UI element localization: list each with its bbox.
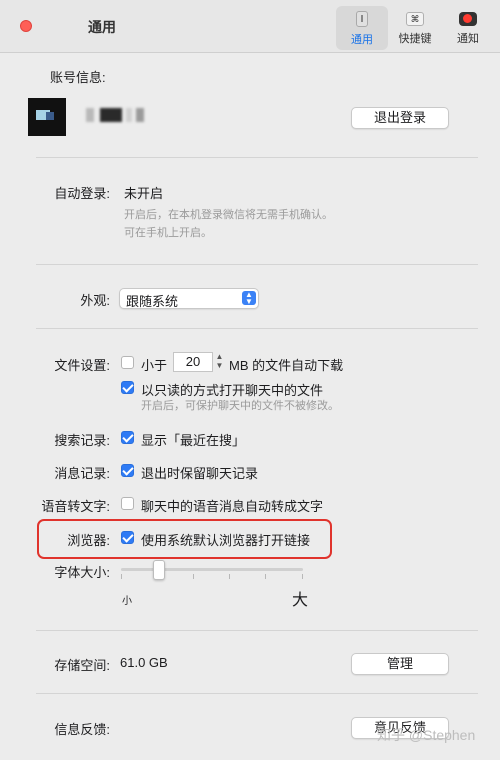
auto-download-size-input[interactable]: 20 xyxy=(173,352,213,372)
appearance-select[interactable]: 跟随系统 ▲ ▼ xyxy=(119,288,259,309)
tab-notifications[interactable]: 通知 xyxy=(442,6,494,50)
appearance-label: 外观: xyxy=(80,293,110,308)
readonly-hint: 开启后，可保护聊天中的文件不被修改。 xyxy=(141,400,339,412)
avatar xyxy=(28,98,66,136)
browser-checkbox[interactable] xyxy=(121,531,134,544)
auto-download-checkbox[interactable] xyxy=(121,356,134,369)
storage-value: 61.0 GB xyxy=(120,655,168,670)
storage-label: 存储空间: xyxy=(54,658,110,673)
tab-general[interactable]: 通用 xyxy=(336,6,388,50)
size-stepper[interactable]: ▲ ▼ xyxy=(214,352,225,372)
font-size-slider-knob[interactable] xyxy=(153,560,165,580)
file-settings-label: 文件设置: xyxy=(54,358,110,373)
slider-tick xyxy=(229,574,230,579)
general-icon xyxy=(356,11,368,27)
divider xyxy=(36,328,478,329)
font-size-label: 字体大小: xyxy=(54,565,110,580)
tab-notifications-label: 通知 xyxy=(457,33,479,45)
divider xyxy=(36,630,478,631)
tab-general-label: 通用 xyxy=(351,34,373,46)
voice-to-text-checkbox[interactable] xyxy=(121,497,134,510)
message-history-checkbox[interactable] xyxy=(121,464,134,477)
manage-storage-button[interactable]: 管理 xyxy=(351,653,449,675)
settings-content: 账号信息: 退出登录 自动登录: 未开启 开启后，在本机登录微信将无需手机确认。… xyxy=(0,53,500,760)
auto-login-label: 自动登录: xyxy=(54,186,110,201)
message-history-label: 消息记录: xyxy=(54,466,110,481)
title-bar: 通用 通用 ⌘ 快捷键 通知 xyxy=(0,0,500,53)
readonly-checkbox[interactable] xyxy=(121,381,134,394)
divider xyxy=(36,264,478,265)
voice-to-text-option: 聊天中的语音消息自动转成文字 xyxy=(141,499,324,514)
feedback-label: 信息反馈: xyxy=(54,722,110,737)
slider-tick xyxy=(121,574,122,579)
voice-to-text-label: 语音转文字: xyxy=(41,499,110,514)
slider-tick xyxy=(193,574,194,579)
slider-tick xyxy=(265,574,266,579)
search-history-label: 搜索记录: xyxy=(54,433,110,448)
tab-shortcuts-label: 快捷键 xyxy=(398,33,432,45)
slider-tick xyxy=(302,574,303,579)
browser-label: 浏览器: xyxy=(67,533,110,548)
readonly-label: 以只读的方式打开聊天中的文件 xyxy=(141,383,324,398)
notification-icon xyxy=(459,12,477,26)
auto-download-prefix: 小于 xyxy=(141,358,168,373)
browser-option: 使用系统默认浏览器打开链接 xyxy=(141,533,311,548)
font-size-slider-track[interactable] xyxy=(121,568,303,571)
logout-button[interactable]: 退出登录 xyxy=(351,107,449,129)
close-button[interactable] xyxy=(20,20,32,32)
font-size-small-label: 小 xyxy=(122,596,132,607)
auto-login-hint-2: 可在手机上开启。 xyxy=(124,227,212,239)
auto-download-suffix: MB 的文件自动下载 xyxy=(229,358,344,373)
auto-login-hint: 开启后，在本机登录微信将无需手机确认。 xyxy=(124,209,333,221)
account-name-redacted xyxy=(86,108,148,122)
watermark: 知乎 @Stephen xyxy=(377,727,476,743)
search-history-checkbox[interactable] xyxy=(121,431,134,444)
shortcut-icon: ⌘ xyxy=(406,12,424,26)
message-history-option: 退出时保留聊天记录 xyxy=(141,466,259,481)
font-size-large-label: 大 xyxy=(292,592,309,609)
divider xyxy=(36,157,478,158)
chevron-updown-icon: ▲ ▼ xyxy=(242,291,256,306)
search-history-option: 显示「最近在搜」 xyxy=(141,433,246,448)
appearance-value: 跟随系统 xyxy=(126,294,179,309)
window-title: 通用 xyxy=(88,19,116,35)
auto-login-value: 未开启 xyxy=(124,186,164,201)
settings-window: 通用 通用 ⌘ 快捷键 通知 账号信息: 退出登录 自动登录: 未开启 开启后，… xyxy=(0,0,500,760)
divider xyxy=(36,693,478,694)
tab-shortcuts[interactable]: ⌘ 快捷键 xyxy=(389,6,441,50)
account-label: 账号信息: xyxy=(50,70,106,85)
